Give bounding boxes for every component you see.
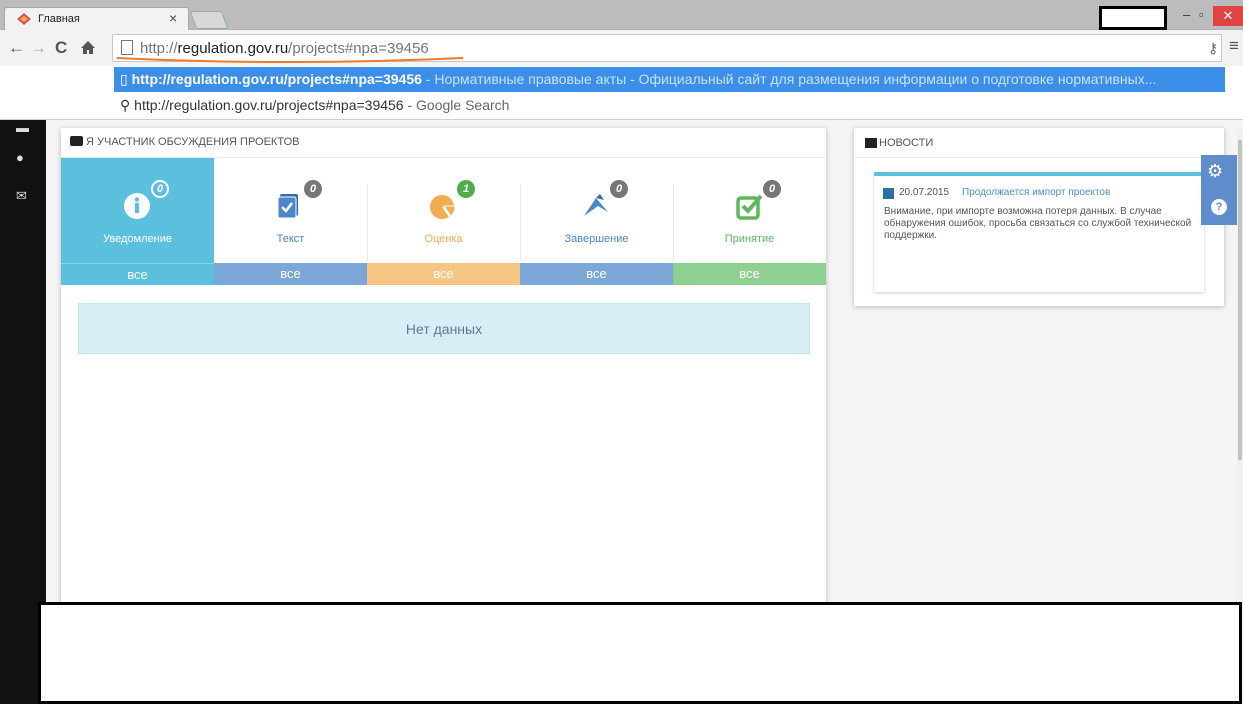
- reload-icon[interactable]: C: [55, 38, 67, 58]
- newspaper-icon: [865, 138, 877, 148]
- panel-title: Я УЧАСТНИК ОБСУЖДЕНИЯ ПРОЕКТОВ: [86, 136, 300, 148]
- stage-count-badge: 0: [304, 180, 322, 198]
- briefcase-icon: [70, 136, 83, 146]
- tab-close-icon[interactable]: ×: [169, 10, 177, 26]
- news-item-text: Внимание, при импорте возможна потеря да…: [884, 206, 1192, 241]
- address-url[interactable]: http://regulation.gov.ru/projects#npa=39…: [140, 40, 429, 57]
- flag-icon: [584, 194, 608, 216]
- stage-completion[interactable]: 0 Завершение все: [520, 158, 673, 285]
- redaction-box: [1099, 6, 1167, 30]
- stage-count-badge: 0: [151, 180, 169, 198]
- briefcase-icon[interactable]: ▬: [16, 120, 29, 135]
- minimize-icon[interactable]: –: [1183, 7, 1190, 22]
- checkbox-icon: [736, 194, 763, 220]
- comments-icon[interactable]: ●: [16, 150, 24, 165]
- new-tab-button[interactable]: [189, 11, 229, 29]
- participant-panel: Я УЧАСТНИК ОБСУЖДЕНИЯ ПРОЕКТОВ 0 Уведомл…: [61, 128, 826, 606]
- address-bar[interactable]: http://regulation.gov.ru/projects#npa=39…: [112, 34, 1222, 63]
- stage-all-link[interactable]: все: [214, 263, 367, 285]
- pie-chart-icon: [430, 195, 456, 219]
- page-icon: ▯: [120, 71, 132, 87]
- stage-all-link[interactable]: все: [367, 263, 520, 285]
- search-icon: ⚲: [120, 97, 135, 113]
- stage-count-badge: 0: [763, 180, 781, 198]
- calendar-icon: [883, 188, 894, 199]
- stage-label: Оценка: [424, 233, 463, 245]
- suggestion-item-selected[interactable]: ▯ http://regulation.gov.ru/projects#npa=…: [114, 67, 1225, 92]
- news-title: НОВОСТИ: [879, 137, 934, 149]
- stage-label: Завершение: [564, 233, 629, 245]
- stage-label: Текст: [276, 233, 305, 245]
- scrollbar-thumb[interactable]: [1238, 140, 1242, 460]
- stage-count-badge: 0: [610, 180, 628, 198]
- stage-all-link[interactable]: все: [673, 263, 826, 285]
- news-item-title-link[interactable]: Продолжается импорт проектов: [962, 187, 1110, 198]
- back-arrow-icon[interactable]: ←: [8, 38, 25, 58]
- hamburger-menu-icon[interactable]: ≡: [1229, 36, 1239, 56]
- document-check-icon: [277, 194, 298, 219]
- restore-icon[interactable]: ▫: [1199, 7, 1204, 22]
- forward-arrow-icon[interactable]: →: [30, 38, 47, 58]
- stage-evaluation[interactable]: 1 Оценка все: [367, 158, 520, 285]
- stage-divider: [367, 184, 368, 261]
- site-favicon-icon: [17, 13, 31, 25]
- stage-all-link[interactable]: все: [61, 263, 214, 285]
- suggestion-item-search[interactable]: ⚲ http://regulation.gov.ru/projects#npa=…: [120, 97, 509, 114]
- omnibox-suggestions: ▯ http://regulation.gov.ru/projects#npa=…: [0, 66, 1243, 120]
- stage-count-badge: 1: [457, 180, 475, 198]
- window-close-button[interactable]: ✕: [1213, 6, 1243, 26]
- browser-toolbar: ← → C http://regulation.gov.ru/projects#…: [0, 30, 1243, 66]
- stage-label: Уведомление: [103, 233, 172, 245]
- home-icon[interactable]: [80, 40, 96, 55]
- help-icon[interactable]: ?: [1211, 199, 1227, 215]
- envelope-icon[interactable]: ✉: [16, 188, 27, 204]
- info-icon: [124, 193, 150, 219]
- news-header: НОВОСТИ: [854, 128, 1224, 158]
- stage-all-link[interactable]: все: [520, 263, 673, 285]
- panel-header: Я УЧАСТНИК ОБСУЖДЕНИЯ ПРОЕКТОВ: [61, 128, 826, 158]
- tab-title: Главная: [38, 13, 80, 25]
- news-panel: НОВОСТИ 20.07.2015 Продолжается импорт п…: [854, 128, 1224, 306]
- key-icon[interactable]: ⚷: [1208, 40, 1218, 57]
- news-date: 20.07.2015: [899, 187, 950, 198]
- stage-divider: [520, 184, 521, 261]
- stage-label: Принятие: [724, 233, 775, 245]
- page-icon: [121, 40, 133, 55]
- redaction-box: [38, 602, 1242, 704]
- stage-notification[interactable]: 0 Уведомление все: [61, 158, 214, 285]
- stage-adoption[interactable]: 0 Принятие все: [673, 158, 826, 285]
- browser-tab[interactable]: Главная ×: [4, 7, 189, 30]
- stage-divider: [673, 184, 674, 261]
- annotation-underline: [116, 57, 464, 63]
- no-data-alert: Нет данных: [78, 303, 810, 354]
- news-item: 20.07.2015 Продолжается импорт проектов …: [874, 172, 1204, 292]
- stage-text[interactable]: 0 Текст все: [214, 158, 367, 285]
- gears-icon[interactable]: ⚙: [1207, 161, 1223, 182]
- screen: Главная × – ▫ ✕ ← → C http://regulation.…: [0, 0, 1243, 704]
